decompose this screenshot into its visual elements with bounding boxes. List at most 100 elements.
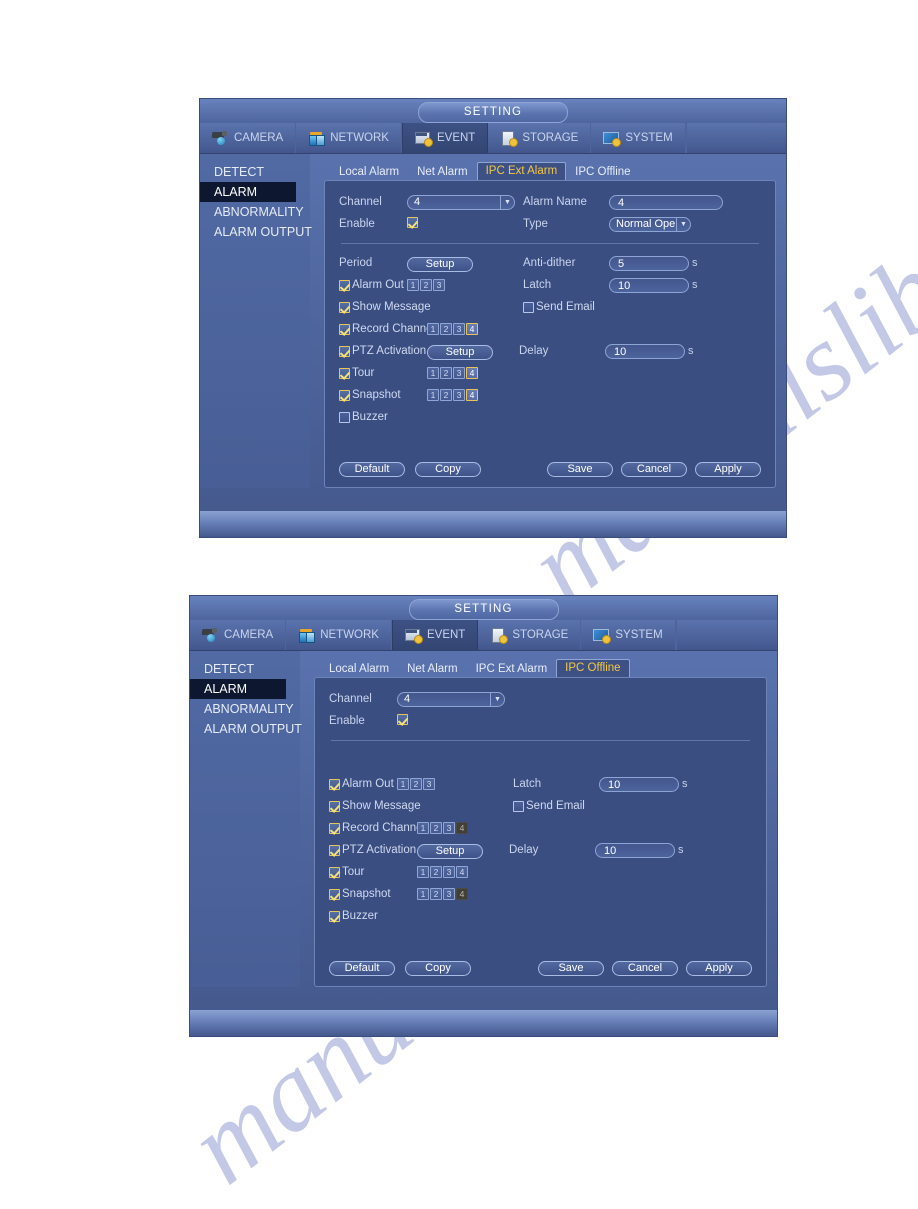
type-select[interactable]: Normal Open ▼ bbox=[609, 216, 691, 232]
latch-input[interactable]: 10 bbox=[599, 776, 679, 792]
subtab-ipc-ext-alarm[interactable]: IPC Ext Alarm bbox=[476, 162, 567, 181]
buzzer-checkbox[interactable] bbox=[339, 411, 350, 423]
show-message-checkbox[interactable] bbox=[329, 800, 340, 812]
alarm-out-box-3[interactable]: 3 bbox=[423, 778, 435, 790]
tab-network[interactable]: NETWORK bbox=[296, 123, 402, 153]
snapshot-box-2[interactable]: 2 bbox=[430, 888, 442, 900]
tab-storage[interactable]: STORAGE bbox=[488, 123, 592, 153]
ptz-activation-checkbox[interactable] bbox=[339, 345, 350, 357]
snapshot-box-1[interactable]: 1 bbox=[417, 888, 429, 900]
anti-dither-input[interactable]: 5 bbox=[609, 255, 689, 271]
subtab-net-alarm[interactable]: Net Alarm bbox=[398, 660, 467, 678]
tab-system-label: SYSTEM bbox=[625, 132, 673, 144]
tab-event[interactable]: EVENT bbox=[401, 123, 489, 153]
tour-box-2[interactable]: 2 bbox=[440, 367, 452, 379]
tab-event[interactable]: EVENT bbox=[391, 620, 479, 650]
tour-checkbox[interactable] bbox=[339, 367, 350, 379]
sidebar-item-alarm-output[interactable]: ALARM OUTPUT bbox=[190, 719, 302, 739]
tab-camera-label: CAMERA bbox=[234, 132, 284, 144]
channel-select[interactable]: 4 ▼ bbox=[407, 194, 515, 210]
show-message-checkbox-row: Show Message bbox=[329, 800, 421, 812]
send-email-checkbox[interactable] bbox=[513, 800, 524, 812]
alarm-out-box-3[interactable]: 3 bbox=[433, 279, 445, 291]
record-channel-box-3[interactable]: 3 bbox=[443, 822, 455, 834]
tour-box-3[interactable]: 3 bbox=[443, 866, 455, 878]
tab-camera[interactable]: CAMERA bbox=[200, 123, 297, 153]
copy-button[interactable]: Copy bbox=[405, 961, 471, 976]
record-channel-box-2[interactable]: 2 bbox=[430, 822, 442, 834]
snapshot-box-4: 4 bbox=[456, 888, 468, 900]
copy-button[interactable]: Copy bbox=[415, 462, 481, 477]
tour-box-1[interactable]: 1 bbox=[427, 367, 439, 379]
sidebar-item-abnormality[interactable]: ABNORMALITY bbox=[200, 202, 310, 222]
tab-storage[interactable]: STORAGE bbox=[478, 620, 582, 650]
record-channel-checkbox[interactable] bbox=[329, 822, 340, 834]
default-button[interactable]: Default bbox=[329, 961, 395, 976]
window-footer bbox=[190, 1010, 777, 1036]
sidebar-item-alarm-output[interactable]: ALARM OUTPUT bbox=[200, 222, 312, 242]
apply-button[interactable]: Apply bbox=[695, 462, 761, 477]
period-setup-button[interactable]: Setup bbox=[407, 257, 473, 272]
alarm-name-input[interactable]: 4 bbox=[609, 194, 723, 210]
snapshot-box-4[interactable]: 4 bbox=[466, 389, 478, 401]
save-button[interactable]: Save bbox=[547, 462, 613, 477]
record-channel-box-3[interactable]: 3 bbox=[453, 323, 465, 335]
record-channel-checkbox[interactable] bbox=[339, 323, 350, 335]
tour-box-1[interactable]: 1 bbox=[417, 866, 429, 878]
sidebar-item-alarm[interactable]: ALARM bbox=[200, 182, 296, 202]
alarm-out-checkbox[interactable] bbox=[329, 778, 340, 790]
tab-network[interactable]: NETWORK bbox=[286, 620, 392, 650]
alarm-out-checkbox[interactable] bbox=[339, 279, 350, 291]
subtab-ipc-offline[interactable]: IPC Offline bbox=[556, 659, 630, 678]
record-channel-box-4[interactable]: 4 bbox=[466, 323, 478, 335]
sidebar-item-abnormality[interactable]: ABNORMALITY bbox=[190, 699, 300, 719]
ptz-activation-checkbox[interactable] bbox=[329, 844, 340, 856]
tour-box-2[interactable]: 2 bbox=[430, 866, 442, 878]
alarm-out-box-1[interactable]: 1 bbox=[407, 279, 419, 291]
record-channel-box-1[interactable]: 1 bbox=[417, 822, 429, 834]
tab-system[interactable]: SYSTEM bbox=[591, 123, 686, 153]
snapshot-checkbox[interactable] bbox=[329, 888, 340, 900]
subtab-ipc-ext-alarm[interactable]: IPC Ext Alarm bbox=[467, 660, 557, 678]
subtab-net-alarm[interactable]: Net Alarm bbox=[408, 163, 477, 181]
cancel-button[interactable]: Cancel bbox=[621, 462, 687, 477]
subtab-local-alarm[interactable]: Local Alarm bbox=[330, 163, 408, 181]
alarm-out-box-2[interactable]: 2 bbox=[410, 778, 422, 790]
save-button[interactable]: Save bbox=[538, 961, 604, 976]
tab-camera[interactable]: CAMERA bbox=[190, 620, 287, 650]
ptz-setup-button[interactable]: Setup bbox=[417, 844, 483, 859]
show-message-checkbox[interactable] bbox=[339, 301, 350, 313]
latch-input[interactable]: 10 bbox=[609, 277, 689, 293]
delay-input[interactable]: 10 bbox=[595, 842, 675, 858]
tab-system[interactable]: SYSTEM bbox=[581, 620, 676, 650]
alarm-out-box-2[interactable]: 2 bbox=[420, 279, 432, 291]
delay-input[interactable]: 10 bbox=[605, 343, 685, 359]
tour-checkbox[interactable] bbox=[329, 866, 340, 878]
tour-box-3[interactable]: 3 bbox=[453, 367, 465, 379]
tab-network-label: NETWORK bbox=[320, 629, 379, 641]
sidebar-item-detect[interactable]: DETECT bbox=[200, 162, 310, 182]
channel-select[interactable]: 4 ▼ bbox=[397, 691, 505, 707]
record-channel-box-2[interactable]: 2 bbox=[440, 323, 452, 335]
send-email-checkbox[interactable] bbox=[523, 301, 534, 313]
snapshot-box-1[interactable]: 1 bbox=[427, 389, 439, 401]
snapshot-box-3[interactable]: 3 bbox=[443, 888, 455, 900]
alarm-out-box-1[interactable]: 1 bbox=[397, 778, 409, 790]
ptz-setup-button[interactable]: Setup bbox=[427, 345, 493, 360]
sidebar-item-alarm[interactable]: ALARM bbox=[190, 679, 286, 699]
tour-box-4[interactable]: 4 bbox=[456, 866, 468, 878]
snapshot-box-3[interactable]: 3 bbox=[453, 389, 465, 401]
buzzer-checkbox[interactable] bbox=[329, 910, 340, 922]
enable-checkbox[interactable] bbox=[397, 714, 408, 725]
snapshot-box-2[interactable]: 2 bbox=[440, 389, 452, 401]
cancel-button[interactable]: Cancel bbox=[612, 961, 678, 976]
default-button[interactable]: Default bbox=[339, 462, 405, 477]
record-channel-box-1[interactable]: 1 bbox=[427, 323, 439, 335]
enable-checkbox[interactable] bbox=[407, 217, 418, 228]
snapshot-checkbox[interactable] bbox=[339, 389, 350, 401]
tour-box-4[interactable]: 4 bbox=[466, 367, 478, 379]
subtab-ipc-offline[interactable]: IPC Offline bbox=[566, 163, 639, 181]
subtab-local-alarm[interactable]: Local Alarm bbox=[320, 660, 398, 678]
apply-button[interactable]: Apply bbox=[686, 961, 752, 976]
sidebar-item-detect[interactable]: DETECT bbox=[190, 659, 300, 679]
